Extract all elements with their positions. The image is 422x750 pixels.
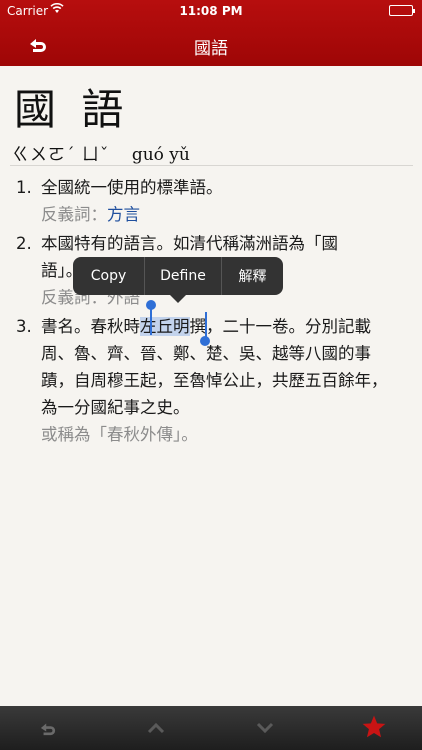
- favorite-button[interactable]: [361, 714, 387, 740]
- chevron-up-icon: [147, 722, 165, 734]
- undo-arrow-icon: [40, 723, 56, 736]
- alias-line: 或稱為「春秋外傳」。: [41, 425, 198, 444]
- zhuyin: ㄍㄨㄛˊ ㄩˇ: [12, 145, 110, 165]
- definition-list: 1. 全國統一使用的標準語。 反義詞：方言 2. 本國特有的語言。如清代稱滿洲語…: [16, 174, 396, 448]
- antonym-link[interactable]: 方言: [107, 205, 140, 224]
- definition-item: 1. 全國統一使用的標準語。 反義詞：方言: [16, 174, 396, 228]
- selection-start-caret: [150, 308, 152, 335]
- battery-icon: [389, 5, 415, 16]
- definition-text-line: 本國特有的語言。如清代稱滿洲語為「國: [41, 234, 338, 253]
- definition-text[interactable]: 全國統一使用的標準語。: [41, 174, 396, 201]
- pronunciation: ㄍㄨㄛˊ ㄩˇ guó yǔ: [12, 140, 190, 165]
- define-button[interactable]: Define: [145, 257, 221, 295]
- selected-text[interactable]: 左丘明: [140, 317, 190, 336]
- next-button[interactable]: [253, 716, 277, 740]
- bottom-toolbar: [0, 706, 422, 750]
- edit-callout-menu: Copy Define 解釋: [73, 257, 283, 303]
- top-bar: Carrier 11:08 PM 國語: [0, 0, 422, 66]
- definition-number: 3.: [16, 317, 32, 336]
- copy-button[interactable]: Copy: [73, 257, 144, 295]
- headword: 國 語: [14, 85, 130, 134]
- status-time: 11:08 PM: [179, 4, 243, 18]
- chevron-down-icon: [256, 722, 274, 734]
- star-icon: [362, 715, 386, 738]
- antonym-label: 反義詞：: [41, 205, 107, 224]
- selection-end-handle[interactable]: [200, 336, 210, 346]
- pinyin: guó yǔ: [131, 145, 190, 165]
- definition-number: 1.: [16, 178, 32, 197]
- toolbar-back-button[interactable]: [36, 716, 60, 740]
- antonym-line: 反義詞：方言: [41, 201, 396, 228]
- divider: [10, 165, 413, 166]
- definition-number: 2.: [16, 234, 32, 253]
- explain-button[interactable]: 解釋: [222, 257, 283, 295]
- selection-end-caret: [205, 312, 207, 339]
- status-bar: Carrier 11:08 PM: [0, 0, 422, 22]
- definition-text[interactable]: 書名。春秋時左丘明撰，二十一卷。分別記載周、魯、齊、晉、鄭、楚、吳、越等八國的事…: [41, 313, 396, 421]
- previous-button[interactable]: [144, 716, 168, 740]
- entry-content: 國 語 ㄍㄨㄛˊ ㄩˇ guó yǔ 1. 全國統一使用的標準語。 反義詞：方言…: [0, 66, 422, 706]
- definition-text-segment: 書名。春秋時: [41, 317, 140, 336]
- nav-title: 國語: [194, 39, 228, 59]
